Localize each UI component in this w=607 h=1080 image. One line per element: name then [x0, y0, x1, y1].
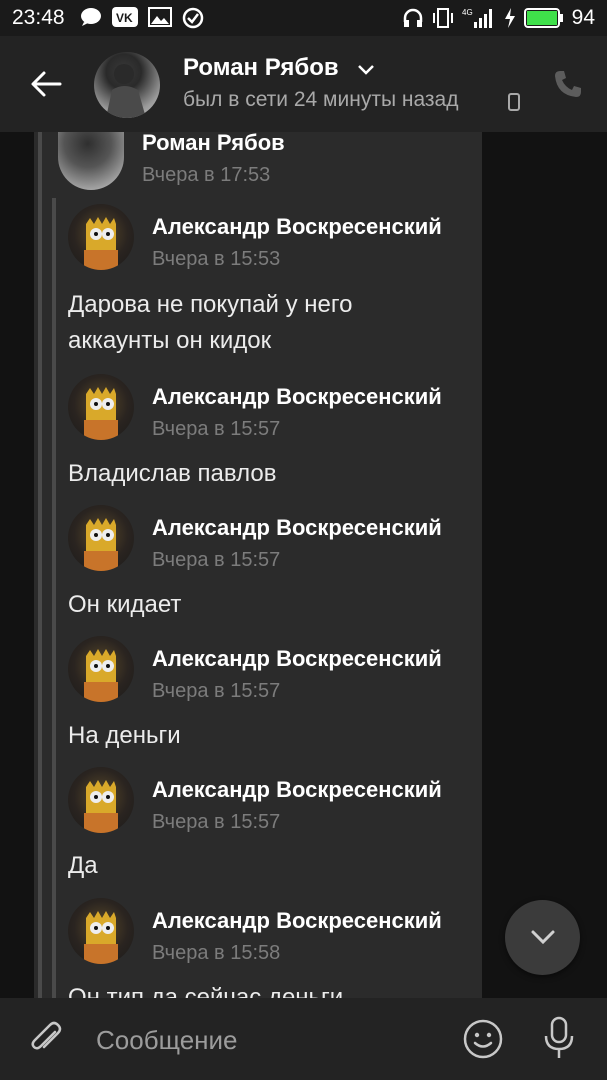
chat-bubble-icon	[81, 8, 101, 26]
bart-avatar-icon	[84, 649, 118, 702]
chevron-down-icon[interactable]	[356, 62, 376, 76]
author-name: Александр Воскресенский	[152, 646, 442, 671]
battery-percent: 94	[571, 6, 595, 29]
bart-avatar-icon	[84, 387, 118, 440]
contact-name[interactable]: Роман Рябов	[183, 54, 339, 82]
message-text-line: Дарова не покупай у него	[68, 291, 353, 318]
forwarded-time: Вчера в 17:53	[142, 164, 271, 186]
person-silhouette-icon	[106, 64, 146, 118]
contact-status: был в сети 24 минуты назад	[183, 88, 459, 111]
scroll-down-button[interactable]	[505, 900, 580, 975]
bart-avatar-icon	[84, 911, 118, 964]
message-text: Он кидает	[68, 591, 182, 618]
bart-avatar-icon	[84, 780, 118, 833]
message-time: Вчера в 15:53	[152, 248, 281, 270]
mobile-device-icon	[508, 93, 520, 111]
message-time: Вчера в 15:58	[152, 942, 281, 964]
author-name: Александр Воскресенский	[152, 515, 442, 540]
back-button[interactable]	[28, 66, 64, 102]
message-composer	[0, 998, 607, 1080]
author-name: Александр Воскресенский	[152, 908, 442, 933]
author-avatar[interactable]	[68, 204, 134, 270]
svg-text:VK: VK	[116, 11, 133, 25]
message-time: Вчера в 15:57	[152, 811, 281, 833]
author-avatar[interactable]	[68, 767, 134, 833]
quote-line-inner	[52, 198, 56, 998]
quote-line-outer	[38, 132, 42, 998]
message-text: На деньги	[68, 722, 181, 749]
network-label: 4G	[462, 8, 473, 17]
status-time: 23:48	[12, 6, 65, 29]
author-name: Александр Воскресенский	[152, 777, 442, 802]
chat-header: Роман Рябов был в сети 24 минуты назад	[0, 36, 607, 132]
charging-icon	[504, 8, 515, 28]
contact-avatar[interactable]	[94, 52, 160, 118]
message-time: Вчера в 15:57	[152, 680, 281, 702]
message-text: Владислав павлов	[68, 460, 277, 487]
message-time: Вчера в 15:57	[152, 549, 281, 571]
emoji-icon[interactable]	[462, 1018, 504, 1060]
vk-logo-icon: VK	[112, 7, 138, 27]
message-text: Дарова не покупай у него аккаунты он кид…	[68, 287, 352, 359]
phone-call-icon[interactable]	[552, 68, 584, 100]
author-avatar[interactable]	[68, 505, 134, 571]
battery-icon	[523, 8, 563, 28]
message-list[interactable]: Роман Рябов Вчера в 17:53 Александр Воск…	[0, 132, 607, 998]
message-text: Да	[68, 852, 98, 879]
author-name: Александр Воскресенский	[152, 214, 442, 239]
author-name: Александр Воскресенский	[152, 384, 442, 409]
author-avatar[interactable]	[68, 636, 134, 702]
forwarded-author-name: Роман Рябов	[142, 132, 285, 155]
chevron-down-icon	[531, 930, 555, 945]
check-circle-icon	[182, 7, 204, 29]
bart-avatar-icon	[84, 217, 118, 270]
vibrate-icon	[432, 8, 453, 28]
headphones-icon	[403, 8, 422, 27]
paperclip-icon[interactable]	[28, 1020, 66, 1058]
author-avatar[interactable]	[68, 374, 134, 440]
bart-avatar-icon	[84, 518, 118, 571]
image-icon	[148, 7, 172, 27]
status-bar: 23:48 VK 4G 94	[0, 0, 607, 36]
microphone-icon[interactable]	[541, 1016, 577, 1060]
message-text: Он тип да сейчас деньги	[68, 984, 344, 998]
message-time: Вчера в 15:57	[152, 418, 281, 440]
author-avatar[interactable]	[68, 898, 134, 964]
message-text-line: аккаунты он кидок	[68, 327, 272, 354]
notification-icons: VK	[80, 7, 204, 29]
signal-icon: 4G	[462, 8, 492, 28]
system-icons: 4G 94	[402, 6, 595, 30]
message-input[interactable]	[84, 1018, 468, 1062]
